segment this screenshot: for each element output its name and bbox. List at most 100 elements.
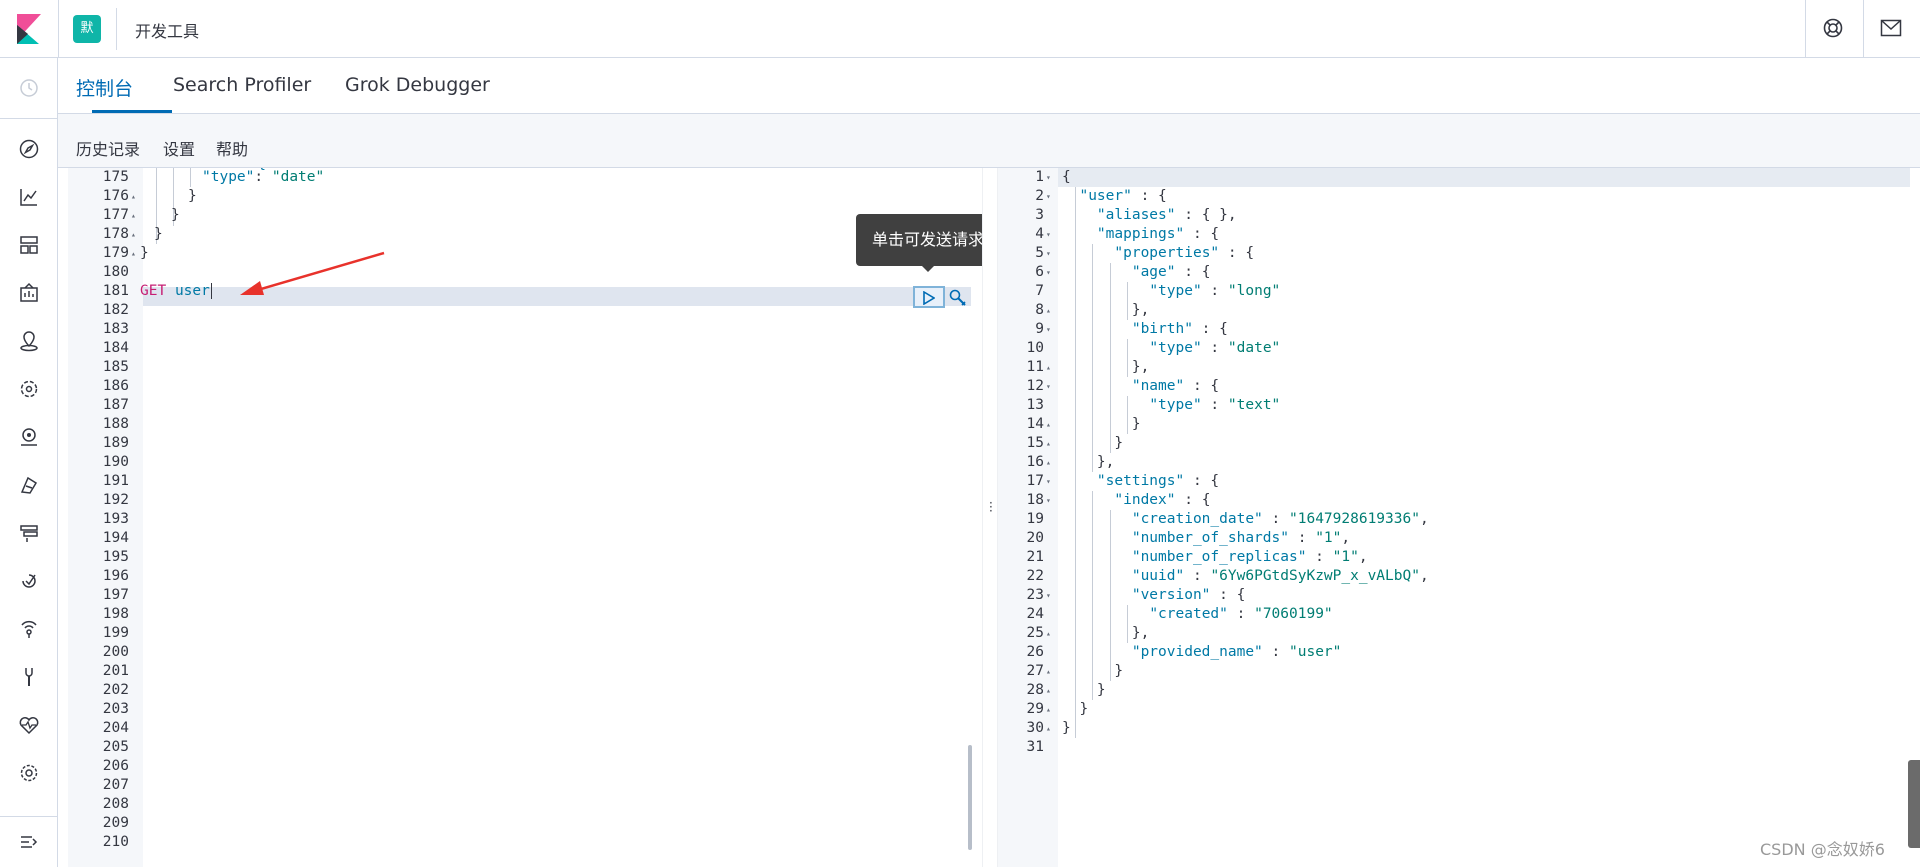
canvas-icon[interactable] [17,281,41,305]
fold-toggle-icon[interactable]: ▴ [1046,458,1051,467]
indent-guide [1127,605,1129,643]
fold-toggle-icon[interactable]: ▾ [1046,249,1051,258]
fold-toggle-icon[interactable]: ▾ [1046,477,1051,486]
monitoring-heartbeat-icon[interactable] [17,713,41,737]
response-line: "number_of_shards" : "1", [1131,530,1351,546]
response-code[interactable]: { "user" : { "aliases" : { }, "mappings"… [1062,168,1920,867]
fold-toggle-icon[interactable]: ▾ [1046,382,1051,391]
fold-toggle-icon[interactable]: ▴ [1046,667,1051,676]
code-line: } [188,188,197,204]
help-link[interactable]: 帮助 [216,136,248,160]
line-number: 192 [102,492,129,508]
request-options-wrench-icon[interactable] [948,288,968,308]
response-line: "birth" : { [1131,321,1228,337]
line-number: 177 [102,207,129,223]
logs-icon[interactable] [17,473,41,497]
fold-toggle-icon[interactable]: ▴ [131,211,136,220]
line-number: 199 [102,625,129,641]
line-number: 13 [1026,397,1044,413]
code-line: GET user [140,282,212,301]
response-editor[interactable]: 1 ▾ 2 ▾ 3 4 ▾ 5 ▾ 6 ▾ 7 8 ▴ 9 ▾ 10 11 ▴ 12 ▾ 13 14 ▴ 15 ▴ 16 ▴ 17 ▾ 18… [998,168,1920,867]
fold-toggle-icon[interactable]: ▴ [131,230,136,239]
breadcrumb[interactable]: 开发工具 [135,18,199,42]
line-number: 194 [102,530,129,546]
machine-learning-icon[interactable] [17,377,41,401]
line-number: 202 [102,682,129,698]
fold-toggle-icon[interactable]: ▴ [1046,629,1051,638]
space-avatar[interactable]: 默 [73,15,101,43]
line-number: 175 [102,169,129,185]
history-link[interactable]: 历史记录 [76,136,140,160]
settings-link[interactable]: 设置 [163,136,195,160]
line-number: 22 [1026,568,1044,584]
fold-toggle-icon[interactable]: ▾ [1046,173,1051,182]
line-number: 178 [102,226,129,242]
siem-icon[interactable] [17,617,41,641]
header-divider [58,0,59,58]
tab-grok-debugger[interactable]: Grok Debugger [345,74,490,96]
collapse-nav-icon[interactable] [17,830,41,854]
request-editor-scrollbar[interactable] [968,745,972,850]
fold-toggle-icon[interactable]: ▾ [1046,325,1051,334]
mail-icon[interactable] [1880,18,1902,38]
fold-toggle-icon[interactable]: ▴ [1046,439,1051,448]
line-number: 25 [1026,625,1044,641]
discover-compass-icon[interactable] [17,137,41,161]
line-number: 188 [102,416,129,432]
pane-resizer[interactable]: · · · [982,168,998,867]
infrastructure-icon[interactable] [17,425,41,449]
line-number: 185 [102,359,129,375]
top-header: 默 开发工具 [0,0,1920,58]
fold-toggle-icon[interactable]: ▾ [1046,192,1051,201]
fold-toggle-icon[interactable]: ▴ [131,249,136,258]
tab-console[interactable]: 控制台 [76,74,133,101]
fold-toggle-icon[interactable]: ▾ [1046,268,1051,277]
http-method: GET [140,283,167,299]
response-line: "properties" : { [1114,245,1255,261]
fold-toggle-icon[interactable]: ▴ [131,192,136,201]
line-number: 200 [102,644,129,660]
apm-icon[interactable] [17,521,41,545]
recent-clock-icon[interactable] [17,76,41,100]
indent-guide [1127,282,1129,320]
code-line: } [154,226,163,242]
code-line: } [140,245,149,261]
request-editor[interactable]: 175 176 ▴ 177 ▴ 178 ▴ 179 ▴ 180 181 182 183 184 185 186… [58,168,982,867]
line-number: 16 [1026,454,1044,470]
fold-toggle-icon[interactable]: ▾ [1046,591,1051,600]
fold-toggle-icon[interactable]: ▴ [1046,306,1051,315]
tab-search-profiler[interactable]: Search Profiler [173,74,311,96]
fold-toggle-icon[interactable]: ▴ [1046,724,1051,733]
send-request-tooltip: 单击可发送请求 [856,214,1000,266]
visualize-chart-icon[interactable] [17,185,41,209]
response-line: } [1062,720,1071,736]
indent-guide [1109,510,1111,681]
maps-pin-icon[interactable] [17,329,41,353]
send-request-button[interactable] [913,286,945,308]
line-number: 184 [102,340,129,356]
line-number: 186 [102,378,129,394]
kibana-logo[interactable] [14,14,44,44]
dashboard-icon[interactable] [17,233,41,257]
line-number: 20 [1026,530,1044,546]
help-icon[interactable] [1822,17,1844,39]
line-number: 3 [1035,207,1044,223]
line-number: 2 [1035,188,1044,204]
fold-toggle-icon[interactable]: ▴ [1046,705,1051,714]
line-number: 31 [1026,739,1044,755]
uptime-icon[interactable] [17,569,41,593]
line-number: 24 [1026,606,1044,622]
fold-toggle-icon[interactable]: ▴ [1046,420,1051,429]
dev-tools-wrench-icon[interactable] [10,658,48,696]
fold-toggle-icon[interactable]: ▴ [1046,686,1051,695]
fold-toggle-icon[interactable]: ▾ [1046,496,1051,505]
line-number: 195 [102,549,129,565]
tooltip-arrow [920,264,936,272]
fold-toggle-icon[interactable]: ▾ [1046,230,1051,239]
management-gear-icon[interactable] [17,761,41,785]
line-number: 189 [102,435,129,451]
fold-toggle-icon[interactable]: ▴ [1046,363,1051,372]
response-line: "aliases" : { }, [1096,207,1237,223]
line-number: 6 [1035,264,1044,280]
line-number: 10 [1026,340,1044,356]
